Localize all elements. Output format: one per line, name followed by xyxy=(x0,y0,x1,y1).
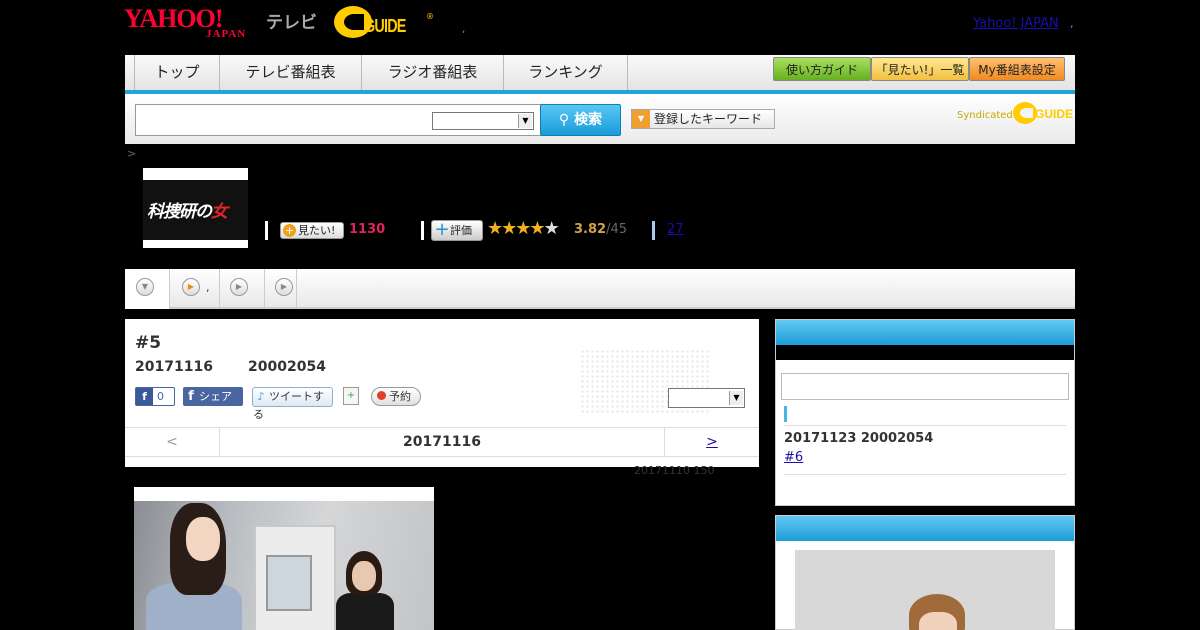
tab-3[interactable]: ▶ xyxy=(220,269,265,307)
facebook-icon: f xyxy=(188,389,194,404)
global-nav: トップ テレビ番組表 ラジオ番組表 ランキング 使い方ガイド 「見たい!」一覧 … xyxy=(125,55,1075,94)
chevron-down-icon: ▼ xyxy=(136,278,154,296)
episode-title: #5 xyxy=(135,333,162,353)
next-broadcast-date: 20171123 20002054 xyxy=(784,431,934,446)
nav-tab-tv[interactable]: テレビ番組表 xyxy=(220,55,362,90)
program-thumbnail-title: 科捜研の女 xyxy=(147,202,228,222)
breadcrumb[interactable]: > xyxy=(127,147,136,160)
tab-episode[interactable]: ▼ xyxy=(125,269,170,309)
sidebar-header xyxy=(776,320,1074,345)
syndicated-label: Syndicated xyxy=(957,110,1013,121)
divider xyxy=(784,474,1066,475)
record-dot-icon xyxy=(377,391,386,400)
chevron-down-icon: ▼ xyxy=(518,114,532,128)
star-icon: ★ xyxy=(501,218,517,239)
mitai-button[interactable]: + 見たい! xyxy=(280,222,344,239)
gguide-logo-text: GUIDE xyxy=(364,16,406,36)
star-icon: ★ xyxy=(529,218,545,239)
twitter-bird-icon: ♪ xyxy=(257,390,265,403)
tweet-button[interactable]: ♪ ツイートする xyxy=(252,387,333,421)
episode-photo xyxy=(134,487,434,630)
syndicated-gguide-logo: GUIDE xyxy=(1013,102,1073,124)
tab-2[interactable]: ▶ , xyxy=(170,269,220,307)
episode-time: 20002054 xyxy=(248,359,326,375)
my-schedule-button[interactable]: My番組表設定 xyxy=(969,57,1065,81)
dropdown-arrow-icon: ▼ xyxy=(632,110,650,128)
play-icon: ▶ xyxy=(182,278,200,296)
facebook-like-button[interactable]: f0 xyxy=(135,387,175,406)
tab-2-label: , xyxy=(206,281,210,294)
share-label: シェア xyxy=(199,390,232,403)
search-bar: ▼ ⚲ 検索 ▼ 登録したキーワード Syndicated GUIDE xyxy=(125,94,1075,144)
calendar-add-icon[interactable]: + xyxy=(343,387,359,405)
episode-photo-image xyxy=(134,501,434,630)
plus-icon: + xyxy=(283,224,296,237)
search-icon: ⚲ xyxy=(558,112,575,128)
facebook-share-button[interactable]: f シェア xyxy=(183,387,243,406)
rating-button-label: 評価 xyxy=(450,224,472,237)
divider xyxy=(421,221,424,240)
yahoo-japan-link[interactable]: Yahoo! JAPAN xyxy=(973,16,1059,31)
episode-nav-date: 20171116 xyxy=(403,434,481,450)
gguide-g-icon xyxy=(1013,102,1037,124)
chevron-down-icon: ▼ xyxy=(729,391,743,405)
keyword-button-label: 登録したキーワード xyxy=(654,112,763,126)
rating-stars: ★★★★★ xyxy=(487,218,560,239)
next-broadcast-box: 20171123 20002054 #6 xyxy=(775,319,1075,506)
divider xyxy=(265,221,268,240)
reserve-label: 予約 xyxy=(389,390,411,403)
program-tabs: ▼ ▶ , ▶ ▶ xyxy=(125,269,1075,309)
episode-nav: < 20171116 > xyxy=(125,427,759,457)
star-icon: ★ xyxy=(515,218,531,239)
gguide-registered-mark: ® xyxy=(426,12,434,21)
search-category-select[interactable]: ▼ xyxy=(432,112,534,130)
like-count: 0 xyxy=(157,390,164,403)
sidebar-header xyxy=(776,516,1074,541)
tab-4[interactable]: ▶ xyxy=(265,269,297,307)
search-button[interactable]: ⚲ 検索 xyxy=(540,104,621,136)
prev-episode-button[interactable]: < xyxy=(125,428,220,456)
yahoo-logo-sub: JAPAN xyxy=(206,28,247,40)
mitai-button-label: 見たい! xyxy=(298,224,336,237)
update-note: 20171110 150 xyxy=(634,464,715,477)
play-icon: ▶ xyxy=(230,278,248,296)
reserve-button[interactable]: 予約 xyxy=(371,387,421,406)
header-dot: , xyxy=(462,24,466,35)
play-icon: ▶ xyxy=(275,278,293,296)
rating-button[interactable]: +評価 xyxy=(431,220,483,241)
divider xyxy=(784,425,1066,426)
sidebar-subheader xyxy=(776,345,1074,360)
episode-panel: #5 20171116 20002054 f0 f シェア ♪ ツイートする + 予… xyxy=(125,319,759,467)
program-thumbnail[interactable]: 科捜研の女 xyxy=(143,168,248,248)
cast-photo[interactable] xyxy=(795,550,1055,630)
nav-tab-radio[interactable]: ラジオ番組表 xyxy=(362,55,504,90)
star-empty-icon: ★ xyxy=(543,218,560,239)
nav-spacer xyxy=(125,55,135,90)
search-button-label: 検索 xyxy=(574,112,603,128)
cast-box xyxy=(775,515,1075,630)
next-episode-link[interactable]: > xyxy=(664,428,759,456)
review-count-link[interactable]: 27 xyxy=(667,222,684,237)
nav-tab-top[interactable]: トップ xyxy=(135,55,220,90)
header-comma: , xyxy=(1070,17,1074,30)
rating-score: 3.82/45 xyxy=(574,222,627,237)
tv-label: テレビ xyxy=(266,13,317,33)
divider xyxy=(652,221,655,240)
mitai-count: 1130 xyxy=(349,222,386,237)
episode-date: 20171116 xyxy=(135,359,213,375)
keyword-button[interactable]: ▼ 登録したキーワード xyxy=(631,109,775,129)
mitai-list-button[interactable]: 「見たい!」一覧 xyxy=(871,57,969,81)
plus-icon: + xyxy=(434,219,450,240)
yahoo-logo[interactable]: YAHOO! JAPAN xyxy=(124,6,264,42)
gguide-logo[interactable]: GUIDE ® xyxy=(334,6,434,42)
syndicated-logo-text: GUIDE xyxy=(1035,107,1074,121)
section-marker xyxy=(784,406,787,422)
guide-button[interactable]: 使い方ガイド xyxy=(773,57,871,81)
facebook-icon: f xyxy=(136,388,153,405)
episode-select[interactable]: ▼ xyxy=(668,388,745,408)
star-icon: ★ xyxy=(487,218,503,239)
sidebar-input[interactable] xyxy=(781,373,1069,400)
next-episode-title-link[interactable]: #6 xyxy=(784,450,803,465)
nav-tab-ranking[interactable]: ランキング xyxy=(504,55,628,90)
